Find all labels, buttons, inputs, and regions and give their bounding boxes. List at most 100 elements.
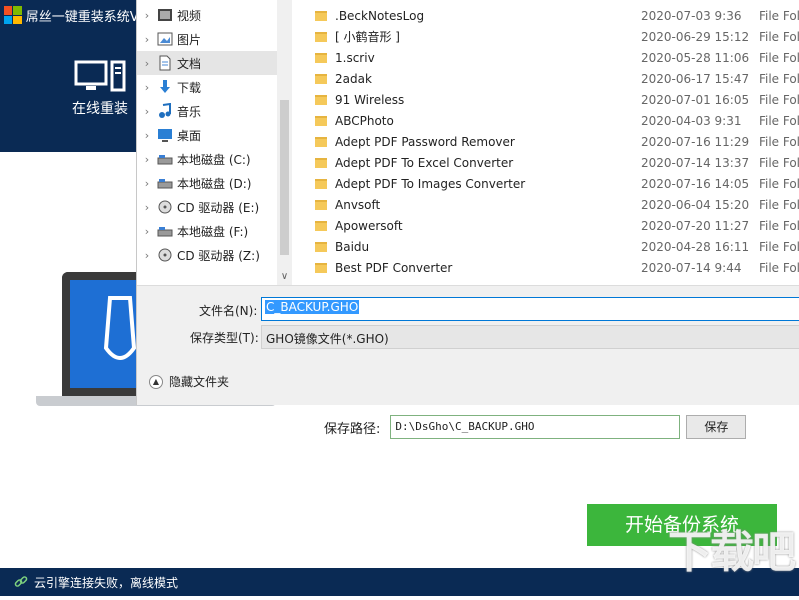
watermark-logo: 下载吧 <box>668 527 796 578</box>
folder-icon <box>315 157 327 168</box>
chevron-right-icon[interactable]: › <box>137 105 157 118</box>
file-type: File Fol <box>758 260 799 275</box>
drive-icon <box>157 175 173 191</box>
chevron-right-icon[interactable]: › <box>137 9 157 22</box>
folder-icon <box>315 115 327 126</box>
nav-item[interactable]: › 视频 <box>137 3 277 27</box>
file-date: 2020-04-28 16:11 <box>640 239 750 254</box>
file-date: 2020-06-17 15:47 <box>640 71 750 86</box>
folder-icon <box>315 10 327 21</box>
file-name: 2adak <box>335 71 372 86</box>
nav-item-label: CD 驱动器 (Z:) <box>177 248 260 263</box>
app-titlebar: 屌丝一键重装系统V <box>0 0 137 30</box>
nav-online-reinstall-label: 在线重装 <box>72 101 128 117</box>
cd-drive-icon <box>157 247 173 263</box>
save-path-input[interactable]: D:\DsGho\C_BACKUP.GHO <box>390 415 681 439</box>
nav-item-label: 桌面 <box>177 128 202 143</box>
filetype-label: 保存类型(T): <box>190 331 259 345</box>
file-name: .BeckNotesLog <box>335 8 425 23</box>
nav-item[interactable]: › 下载 <box>137 75 277 99</box>
folder-icon <box>315 241 327 252</box>
file-name: ABCPhoto <box>335 113 394 128</box>
file-type: File Fol <box>758 239 799 254</box>
chevron-right-icon[interactable]: › <box>137 81 157 94</box>
link-icon <box>14 576 28 587</box>
nav-item[interactable]: › 本地磁盘 (D:) <box>137 171 277 195</box>
file-row[interactable]: Adept PDF Password Remover 2020-07-16 11:… <box>307 131 799 152</box>
hide-folders-label: 隐藏文件夹 <box>169 375 230 389</box>
file-row[interactable]: 1.scriv 2020-05-28 11:06 File Fol <box>307 47 799 68</box>
file-type: File Fol <box>758 50 799 65</box>
file-row[interactable]: Baidu 2020-04-28 16:11 File Fol <box>307 236 799 257</box>
file-row[interactable]: Adept PDF To Excel Converter 2020-07-14 1… <box>307 152 799 173</box>
status-text: 云引擎连接失败，离线模式 <box>34 575 179 590</box>
folder-icon <box>315 178 327 189</box>
file-date: 2020-07-16 14:05 <box>640 176 750 191</box>
nav-scrollbar[interactable]: ∨ <box>277 0 292 285</box>
nav-item-label: 音乐 <box>177 104 202 119</box>
folder-icon <box>315 73 327 84</box>
folder-icon <box>315 31 327 42</box>
nav-item[interactable]: › 图片 <box>137 27 277 51</box>
file-row[interactable]: Apowersoft 2020-07-20 11:27 File Fol <box>307 215 799 236</box>
file-date: 2020-07-01 16:05 <box>640 92 750 107</box>
nav-item[interactable]: › 文档 <box>137 51 277 75</box>
file-row[interactable]: .BeckNotesLog 2020-07-03 9:36 File Fol <box>307 5 799 26</box>
chevron-right-icon[interactable]: › <box>137 33 157 46</box>
file-name: Apowersoft <box>335 218 403 233</box>
file-date: 2020-07-03 9:36 <box>640 8 742 23</box>
folder-icon <box>315 136 327 147</box>
chevron-right-icon[interactable]: › <box>137 249 157 262</box>
file-date: 2020-04-03 9:31 <box>640 113 742 128</box>
collapse-up-icon: ▲ <box>149 374 163 389</box>
chevron-right-icon[interactable]: › <box>137 129 157 142</box>
chevron-right-icon[interactable]: › <box>137 225 157 238</box>
file-date: 2020-07-14 13:37 <box>640 155 750 170</box>
filename-input[interactable]: C_BACKUP.GHO <box>261 297 799 321</box>
file-name: 91 Wireless <box>335 92 405 107</box>
file-type: File Fol <box>758 113 799 128</box>
music-icon <box>157 102 173 119</box>
nav-item-label: 本地磁盘 (F:) <box>177 224 249 239</box>
app-title: 屌丝一键重装系统V <box>25 9 137 25</box>
chevron-right-icon[interactable]: › <box>137 177 157 190</box>
file-date: 2020-07-16 11:29 <box>640 134 750 149</box>
scroll-down-arrow-icon[interactable]: ∨ <box>277 268 292 285</box>
folder-icon <box>315 220 327 231</box>
file-row[interactable]: Adept PDF To Images Converter 2020-07-16 … <box>307 173 799 194</box>
nav-item[interactable]: › 本地磁盘 (C:) <box>137 147 277 171</box>
file-row[interactable]: 91 Wireless 2020-07-01 16:05 File Fol <box>307 89 799 110</box>
picture-icon <box>157 31 173 47</box>
save-file-dialog: › 视频 › 图片 › 文档 › 下载 › 音乐 › 桌面 › 本地磁盘 (C:) › 本地磁盘 (D:) › C… <box>136 0 799 405</box>
nav-item[interactable]: › CD 驱动器 (E:) <box>137 195 277 219</box>
save-path-label: 保存路径: <box>324 421 381 437</box>
chevron-right-icon[interactable]: › <box>137 201 157 214</box>
file-name: Best PDF Converter <box>335 260 453 275</box>
nav-item[interactable]: › CD 驱动器 (Z:) <box>137 243 277 267</box>
file-type: File Fol <box>758 8 799 23</box>
file-name: Anvsoft <box>335 197 381 212</box>
drive-icon <box>157 151 173 167</box>
file-row[interactable]: ABCPhoto 2020-04-03 9:31 File Fol <box>307 110 799 131</box>
nav-item[interactable]: › 桌面 <box>137 123 277 147</box>
file-date: 2020-07-20 11:27 <box>640 218 750 233</box>
file-name: Baidu <box>335 239 370 254</box>
nav-online-reinstall[interactable]: 在线重装 <box>60 60 140 118</box>
file-name: 1.scriv <box>335 50 375 65</box>
file-row[interactable]: Best PDF Converter 2020-07-14 9:44 File Fo… <box>307 257 799 278</box>
filetype-select[interactable]: GHO镜像文件(*.GHO) <box>261 325 799 349</box>
nav-item-label: CD 驱动器 (E:) <box>177 200 260 215</box>
file-date: 2020-05-28 11:06 <box>640 50 750 65</box>
save-button[interactable]: 保存 <box>686 415 747 439</box>
nav-item[interactable]: › 音乐 <box>137 99 277 123</box>
file-row[interactable]: [ 小鹤音形 ] 2020-06-29 15:12 File Fol <box>307 26 799 47</box>
nav-item[interactable]: › 本地磁盘 (F:) <box>137 219 277 243</box>
file-row[interactable]: 2adak 2020-06-17 15:47 File Fol <box>307 68 799 89</box>
chevron-right-icon[interactable]: › <box>137 57 157 70</box>
file-row[interactable]: Anvsoft 2020-06-04 15:20 File Fol <box>307 194 799 215</box>
chevron-right-icon[interactable]: › <box>137 153 157 166</box>
hide-folders-toggle[interactable]: ▲ 隐藏文件夹 <box>149 373 229 390</box>
save-path-row: 保存路径: D:\DsGho\C_BACKUP.GHO 保存 <box>324 415 747 439</box>
navigation-pane: › 视频 › 图片 › 文档 › 下载 › 音乐 › 桌面 › 本地磁盘 (C:) › 本地磁盘 (D:) › C… <box>137 0 292 285</box>
nav-scrollbar-thumb[interactable] <box>280 100 289 255</box>
